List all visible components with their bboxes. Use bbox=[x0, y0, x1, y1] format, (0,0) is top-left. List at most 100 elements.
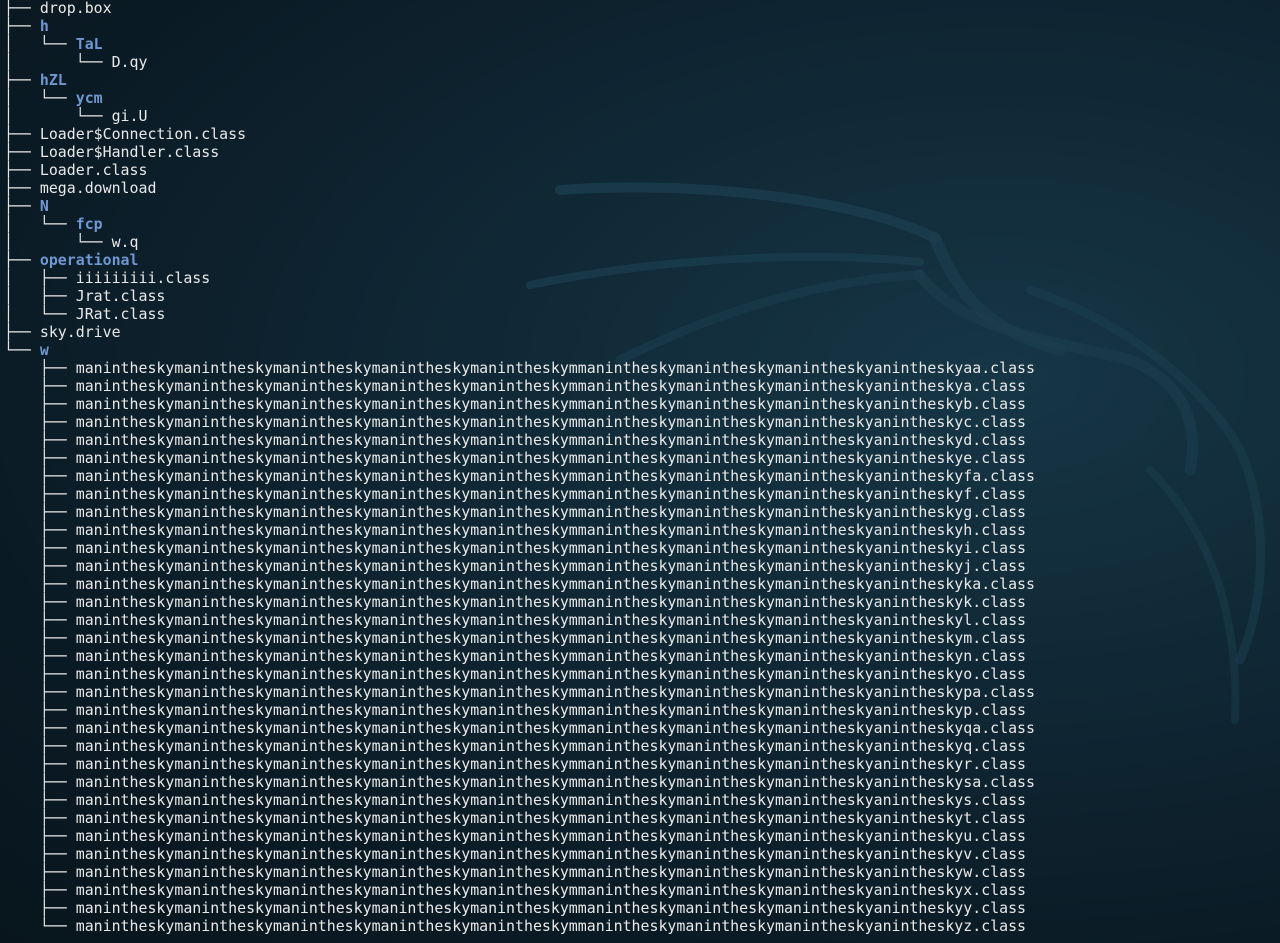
tree-file-row: ├── manintheskymanintheskymanintheskyman… bbox=[4, 593, 1026, 611]
tree-directory-row: │ └── fcp bbox=[4, 215, 103, 233]
file-name: manintheskymanintheskymanintheskymaninth… bbox=[75, 611, 1027, 629]
file-name: manintheskymanintheskymanintheskymaninth… bbox=[75, 431, 1027, 449]
tree-branch-prefix: ├── bbox=[4, 791, 76, 809]
tree-branch-prefix: ├── bbox=[4, 863, 76, 881]
tree-branch-prefix: ├── bbox=[4, 449, 76, 467]
directory-name: w bbox=[39, 341, 49, 359]
directory-name: TaL bbox=[75, 35, 103, 53]
tree-file-row: ├── manintheskymanintheskymanintheskyman… bbox=[4, 395, 1026, 413]
tree-file-row: ├── manintheskymanintheskymanintheskyman… bbox=[4, 845, 1026, 863]
file-name: gi.U bbox=[111, 107, 148, 125]
tree-file-row: ├── manintheskymanintheskymanintheskyman… bbox=[4, 629, 1026, 647]
tree-file-row: ├── manintheskymanintheskymanintheskyman… bbox=[4, 809, 1026, 827]
file-name: manintheskymanintheskymanintheskymaninth… bbox=[75, 395, 1027, 413]
directory-name: hZL bbox=[39, 71, 67, 89]
tree-file-row: ├── manintheskymanintheskymanintheskyman… bbox=[4, 521, 1026, 539]
file-name: manintheskymanintheskymanintheskymaninth… bbox=[75, 791, 1027, 809]
tree-branch-prefix: ├── bbox=[4, 881, 76, 899]
tree-branch-prefix: └── bbox=[4, 341, 40, 359]
tree-file-row: ├── manintheskymanintheskymanintheskyman… bbox=[4, 899, 1026, 917]
tree-branch-prefix: ├── bbox=[4, 809, 76, 827]
tree-branch-prefix: │ └── bbox=[4, 35, 76, 53]
tree-branch-prefix: ├── bbox=[4, 539, 76, 557]
file-name: w.q bbox=[111, 233, 139, 251]
tree-file-row: ├── manintheskymanintheskymanintheskyman… bbox=[4, 377, 1026, 395]
tree-file-row: ├── manintheskymanintheskymanintheskyman… bbox=[4, 539, 1026, 557]
file-name: manintheskymanintheskymanintheskymaninth… bbox=[75, 503, 1027, 521]
tree-directory-row: ├── hZL bbox=[4, 71, 67, 89]
tree-branch-prefix: ├── bbox=[4, 629, 76, 647]
tree-file-row: ├── Loader.class bbox=[4, 161, 147, 179]
tree-file-row: ├── Loader$Connection.class bbox=[4, 125, 246, 143]
tree-file-row: │ └── gi.U bbox=[4, 107, 147, 125]
tree-branch-prefix: ├── bbox=[4, 755, 76, 773]
file-name: manintheskymanintheskymanintheskymaninth… bbox=[75, 359, 1035, 377]
tree-file-row: ├── mega.download bbox=[4, 179, 156, 197]
file-name: manintheskymanintheskymanintheskymaninth… bbox=[75, 467, 1035, 485]
tree-file-row: ├── manintheskymanintheskymanintheskyman… bbox=[4, 755, 1026, 773]
tree-branch-prefix: ├── bbox=[4, 665, 76, 683]
tree-branch-prefix: │ ├── bbox=[4, 269, 76, 287]
directory-name: N bbox=[39, 197, 49, 215]
tree-file-row: ├── manintheskymanintheskymanintheskyman… bbox=[4, 485, 1026, 503]
tree-directory-row: ├── N bbox=[4, 197, 49, 215]
file-name: manintheskymanintheskymanintheskymaninth… bbox=[75, 575, 1035, 593]
file-name: manintheskymanintheskymanintheskymaninth… bbox=[75, 863, 1027, 881]
tree-branch-prefix: │ └── bbox=[4, 305, 76, 323]
directory-name: operational bbox=[39, 251, 139, 269]
tree-file-row: ├── manintheskymanintheskymanintheskyman… bbox=[4, 503, 1026, 521]
file-name: manintheskymanintheskymanintheskymaninth… bbox=[75, 773, 1035, 791]
tree-directory-row: │ └── ycm bbox=[4, 89, 103, 107]
file-name: manintheskymanintheskymanintheskymaninth… bbox=[75, 413, 1027, 431]
tree-branch-prefix: ├── bbox=[4, 701, 76, 719]
file-name: manintheskymanintheskymanintheskymaninth… bbox=[75, 881, 1027, 899]
tree-branch-prefix: ├── bbox=[4, 251, 40, 269]
tree-branch-prefix: │ ├── bbox=[4, 287, 76, 305]
tree-branch-prefix: ├── bbox=[4, 611, 76, 629]
file-name: manintheskymanintheskymanintheskymaninth… bbox=[75, 719, 1035, 737]
tree-branch-prefix: └── bbox=[4, 917, 76, 935]
tree-branch-prefix: ├── bbox=[4, 773, 76, 791]
tree-file-row: ├── manintheskymanintheskymanintheskyman… bbox=[4, 359, 1035, 377]
tree-file-row: │ └── w.q bbox=[4, 233, 139, 251]
tree-branch-prefix: ├── bbox=[4, 683, 76, 701]
tree-branch-prefix: ├── bbox=[4, 737, 76, 755]
file-name: Loader.class bbox=[39, 161, 148, 179]
tree-file-row: ├── manintheskymanintheskymanintheskyman… bbox=[4, 791, 1026, 809]
file-name: manintheskymanintheskymanintheskymaninth… bbox=[75, 629, 1027, 647]
tree-file-row: ├── manintheskymanintheskymanintheskyman… bbox=[4, 431, 1026, 449]
tree-branch-prefix: ├── bbox=[4, 899, 76, 917]
tree-file-row: ├── manintheskymanintheskymanintheskyman… bbox=[4, 827, 1026, 845]
file-name: manintheskymanintheskymanintheskymaninth… bbox=[75, 485, 1027, 503]
tree-branch-prefix: │ └── bbox=[4, 89, 76, 107]
tree-file-row: ├── manintheskymanintheskymanintheskyman… bbox=[4, 863, 1026, 881]
tree-directory-row: │ └── TaL bbox=[4, 35, 103, 53]
directory-name: ycm bbox=[75, 89, 103, 107]
file-name: sky.drive bbox=[39, 323, 121, 341]
terminal-output: ├── drop.box ├── h │ └── TaL │ └── D.qy ├── … bbox=[0, 0, 1280, 943]
tree-file-row: ├── manintheskymanintheskymanintheskyman… bbox=[4, 737, 1026, 755]
tree-file-row: ├── manintheskymanintheskymanintheskyman… bbox=[4, 647, 1026, 665]
file-name: Jrat.class bbox=[75, 287, 166, 305]
tree-file-row: ├── manintheskymanintheskymanintheskyman… bbox=[4, 773, 1035, 791]
file-name: drop.box bbox=[39, 0, 112, 17]
tree-branch-prefix: ├── bbox=[4, 503, 76, 521]
tree-branch-prefix: ├── bbox=[4, 575, 76, 593]
tree-branch-prefix: ├── bbox=[4, 17, 40, 35]
tree-branch-prefix: ├── bbox=[4, 431, 76, 449]
tree-file-row: ├── manintheskymanintheskymanintheskyman… bbox=[4, 611, 1026, 629]
tree-branch-prefix: ├── bbox=[4, 359, 76, 377]
file-name: manintheskymanintheskymanintheskymaninth… bbox=[75, 809, 1027, 827]
tree-branch-prefix: ├── bbox=[4, 467, 76, 485]
tree-directory-row: ├── operational bbox=[4, 251, 139, 269]
file-name: manintheskymanintheskymanintheskymaninth… bbox=[75, 521, 1027, 539]
tree-branch-prefix: ├── bbox=[4, 197, 40, 215]
file-name: manintheskymanintheskymanintheskymaninth… bbox=[75, 755, 1027, 773]
directory-name: fcp bbox=[75, 215, 103, 233]
tree-branch-prefix: ├── bbox=[4, 593, 76, 611]
tree-file-row: ├── sky.drive bbox=[4, 323, 121, 341]
file-name: manintheskymanintheskymanintheskymaninth… bbox=[75, 845, 1027, 863]
file-name: Loader$Connection.class bbox=[39, 125, 247, 143]
tree-branch-prefix: ├── bbox=[4, 143, 40, 161]
tree-file-row: │ ├── Jrat.class bbox=[4, 287, 165, 305]
